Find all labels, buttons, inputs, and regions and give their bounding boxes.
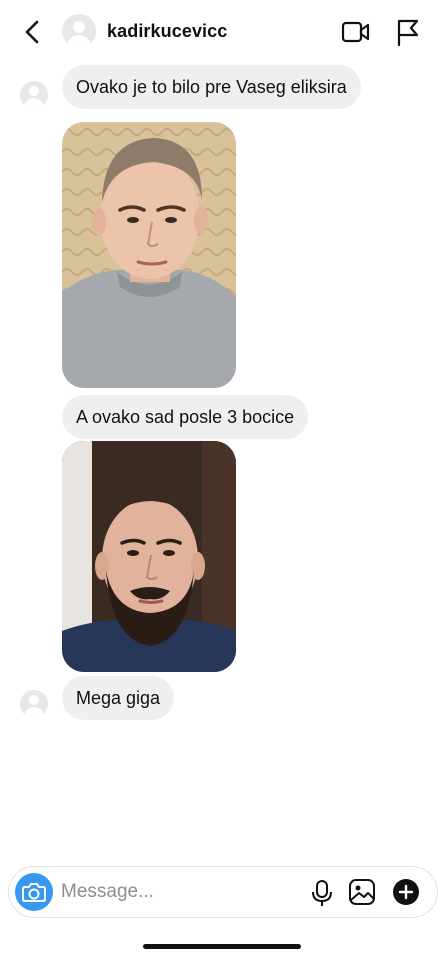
flag-icon[interactable]	[395, 17, 421, 47]
message-input[interactable]	[61, 877, 281, 907]
chevron-left-icon[interactable]	[20, 18, 46, 46]
after-photo[interactable]	[62, 441, 236, 672]
video-camera-icon[interactable]	[341, 19, 371, 45]
chat-header: kadirkucevicc	[0, 0, 444, 62]
sender-avatar[interactable]	[20, 81, 48, 109]
message-composer	[8, 866, 438, 918]
message-bubble[interactable]: Mega giga	[62, 676, 175, 720]
chat-username[interactable]: kadirkucevicc	[107, 21, 227, 42]
before-photo[interactable]	[62, 122, 236, 388]
plus-circle-icon[interactable]	[392, 878, 420, 906]
sender-avatar[interactable]	[20, 690, 48, 718]
gallery-icon[interactable]	[348, 878, 376, 906]
message-bubble[interactable]: Ovako je to bilo pre Vaseg eliksira	[62, 65, 361, 109]
camera-button[interactable]	[15, 873, 53, 911]
microphone-icon[interactable]	[311, 879, 333, 907]
header-avatar[interactable]	[62, 14, 96, 48]
home-indicator[interactable]	[143, 944, 301, 949]
message-bubble[interactable]: A ovako sad posle 3 bocice	[62, 395, 309, 439]
camera-icon	[22, 883, 46, 902]
